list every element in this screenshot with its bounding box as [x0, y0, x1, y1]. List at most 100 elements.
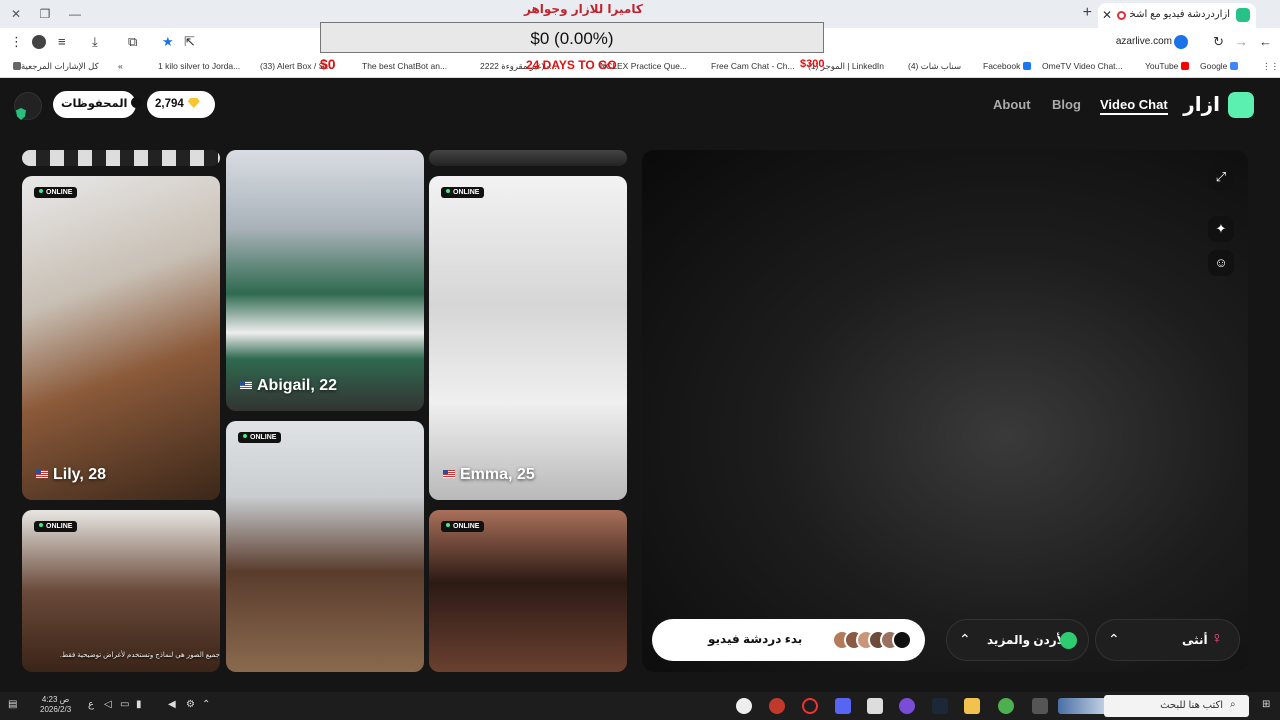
tray-icon[interactable]: ⚙	[186, 699, 195, 710]
close-window-icon[interactable]: ✕	[8, 6, 24, 22]
address-bar[interactable]: azarlive.com	[1116, 36, 1172, 47]
media-control-icon[interactable]: ≡	[58, 34, 66, 50]
bookmark-item[interactable]: YouTube	[1145, 61, 1190, 71]
saved-label: المحفوظات	[61, 98, 128, 110]
azar-logo-icon[interactable]	[1228, 92, 1254, 118]
user-faces-stack	[832, 630, 912, 650]
bookmark-item[interactable]: Google	[1200, 61, 1239, 71]
back-icon[interactable]: ←	[1259, 34, 1272, 50]
nav-blog[interactable]: Blog	[1052, 97, 1081, 112]
profile-card[interactable]: ONLINE Emma, 25	[429, 176, 627, 500]
apps-grid-icon[interactable]: ⋮⋮	[1262, 61, 1279, 72]
online-badge: ONLINE	[441, 187, 485, 198]
forward-icon[interactable]: →	[1235, 34, 1248, 50]
face-filter-icon[interactable]: ☺	[1208, 250, 1234, 276]
task-view-icon[interactable]	[1032, 698, 1048, 714]
new-tab-icon[interactable]: +	[1083, 4, 1092, 22]
recorder-app-icon[interactable]	[769, 698, 785, 714]
start-video-chat-label: بدء دردشة فيديو	[708, 632, 803, 646]
images-disclaimer: جميع الصور هي لنماذج وتستخدم لأغراض توضي…	[59, 652, 220, 659]
azar-favicon-icon	[1236, 8, 1250, 22]
chrome-icon[interactable]	[998, 698, 1014, 714]
gems-balance[interactable]: 2,794	[147, 91, 215, 118]
profile-card[interactable]: ONLINE	[22, 510, 220, 672]
input-language[interactable]: ع	[88, 699, 94, 710]
start-button-icon[interactable]: ⊞	[1262, 699, 1270, 710]
opera-icon[interactable]	[802, 698, 818, 714]
streaming-app-icon[interactable]	[899, 698, 915, 714]
taskbar-search-input[interactable]: اكتب هنا للبحث	[1104, 695, 1249, 717]
show-hidden-icons[interactable]: ⌃	[202, 699, 210, 710]
saved-button[interactable]: المحفوظات	[53, 91, 143, 118]
close-tab-icon[interactable]: ✕	[1102, 8, 1112, 22]
online-badge: ONLINE	[34, 521, 78, 532]
notifications-icon[interactable]: ▤	[8, 699, 17, 710]
google-lens-icon[interactable]	[1174, 35, 1188, 49]
system-clock[interactable]: 4:23 ص 2026/2/3	[40, 695, 71, 715]
speaker-icon[interactable]: ◀	[168, 699, 176, 710]
country-filter[interactable]: ⌃ الأردن والمزيد	[946, 619, 1089, 661]
azar-page: ازار Video Chat Blog About 2,794 المحفوظ…	[0, 78, 1280, 692]
discord-icon[interactable]	[835, 698, 851, 714]
webcam-app-icon[interactable]	[736, 698, 752, 714]
chevron-up-icon: ⌃	[959, 631, 971, 647]
profile-card[interactable]: ONLINE Lily, 28	[22, 176, 220, 500]
bookmark-all-folder[interactable]: كل الإشارات المرجعية	[10, 61, 99, 72]
profile-name-text: Emma, 25	[460, 466, 535, 483]
bookmark-item[interactable]: Facebook	[983, 61, 1032, 71]
network-icon[interactable]: ▭	[120, 699, 129, 710]
azar-logo-text[interactable]: ازار	[1183, 92, 1220, 116]
bookmark-item[interactable]: 1 kilo silver to Jorda...	[158, 61, 240, 71]
profile-card[interactable]: ONLINE	[226, 421, 424, 672]
bookmark-item[interactable]: OmeTV Video Chat...	[1042, 61, 1123, 71]
country-label: الأردن والمزيد	[987, 633, 1070, 647]
bookmark-label: OmeTV Video Chat...	[1042, 61, 1123, 71]
minimize-window-icon[interactable]: —	[67, 6, 83, 22]
profile-name-text: Abigail, 22	[257, 377, 338, 394]
store-icon[interactable]	[867, 698, 883, 714]
microphone-icon[interactable]: ▮	[136, 699, 142, 710]
volume-icon[interactable]: ◁	[104, 699, 112, 710]
profile-name: Abigail, 22	[240, 377, 337, 395]
bookmark-item[interactable]: The best ChatBot an...	[362, 61, 447, 71]
download-icon[interactable]: ⤓	[92, 34, 98, 50]
us-flag-icon	[240, 381, 252, 389]
restore-window-icon[interactable]: ❐	[37, 6, 53, 22]
expand-icon[interactable]: ⤢	[1208, 164, 1234, 190]
menu-dots-icon[interactable]: ⋮	[10, 34, 23, 50]
nav-about[interactable]: About	[993, 97, 1031, 112]
overlay-goal-box: $0 (0.00%)	[320, 22, 824, 53]
steam-icon[interactable]	[932, 698, 948, 714]
folder-icon	[13, 62, 21, 70]
bookmark-label: Google	[1200, 61, 1228, 71]
search-icon: ⌕	[1230, 699, 1236, 710]
weather-widget[interactable]	[1058, 698, 1108, 714]
gems-count: 2,794	[155, 98, 184, 110]
start-video-chat-button[interactable]: بدء دردشة فيديو	[652, 619, 925, 661]
nav-video-chat[interactable]: Video Chat	[1100, 97, 1168, 115]
bookmark-label: Free Cam Chat - Ch...	[711, 61, 795, 71]
bookmark-item[interactable]: Free Cam Chat - Ch...	[711, 61, 795, 71]
us-flag-icon	[443, 470, 455, 478]
bookmark-star-icon[interactable]: ★	[162, 34, 174, 50]
online-badge: ONLINE	[34, 187, 78, 198]
bookmarks-overflow-icon[interactable]: «	[118, 61, 123, 71]
google-icon	[1230, 62, 1239, 70]
card-partial	[22, 150, 220, 166]
install-app-icon[interactable]: ⇱	[184, 34, 195, 50]
extensions-icon[interactable]: ⧉	[128, 34, 137, 50]
file-explorer-icon[interactable]	[964, 698, 980, 714]
gender-filter[interactable]: ⌃ أنثى ♀	[1095, 619, 1240, 661]
profile-avatar[interactable]	[32, 35, 46, 49]
bookmark-item[interactable]: (4) سناب شات	[908, 61, 961, 72]
magic-wand-icon[interactable]: ✦	[1208, 216, 1234, 242]
active-tab[interactable]: أزاردردشة فيديو مع أشخاص ✕	[1098, 3, 1256, 28]
profile-name-text: Lily, 28	[53, 466, 107, 483]
recording-icon	[1117, 11, 1126, 20]
overlay-right-amount: $300	[800, 58, 825, 70]
overlay-left-amount: $0	[320, 56, 336, 72]
profile-card[interactable]: ONLINE	[429, 510, 627, 672]
reload-icon[interactable]: ↻	[1213, 34, 1224, 50]
profile-card[interactable]: Abigail, 22	[226, 150, 424, 411]
globe-icon	[1060, 632, 1077, 649]
